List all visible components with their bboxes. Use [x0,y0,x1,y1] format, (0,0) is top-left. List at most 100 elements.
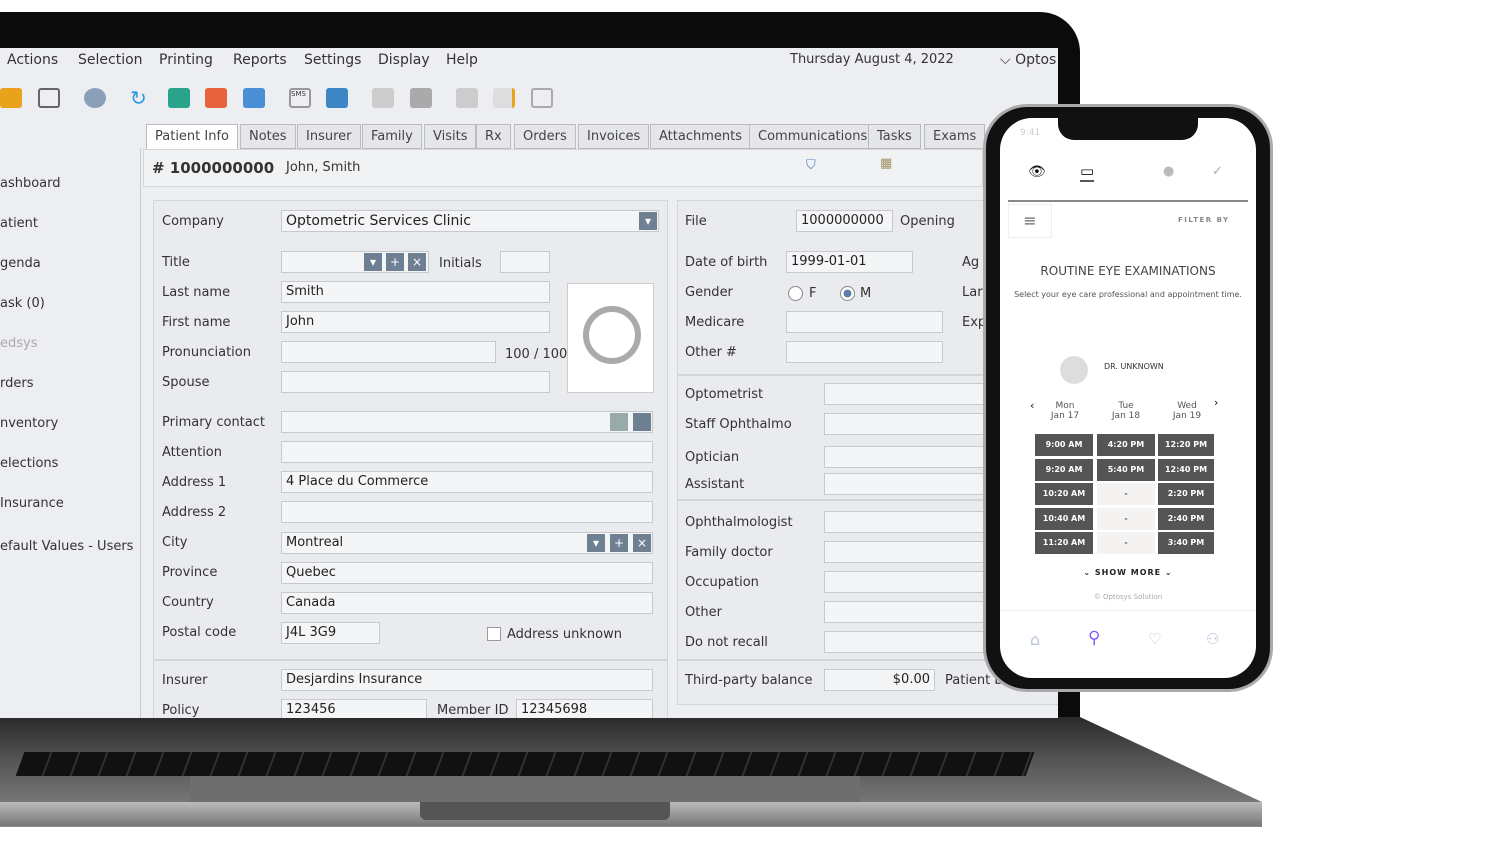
patient-photo[interactable] [567,283,654,393]
address2-input[interactable] [281,501,653,523]
refresh-icon[interactable]: ↻ [130,88,152,108]
staff-ophthalmo-input[interactable] [824,413,984,435]
chat-heart-nav-icon[interactable]: ♡ [1148,630,1161,648]
patient-search-icon[interactable] [0,88,22,108]
company-dropdown-icon[interactable]: ▾ [639,212,657,230]
time-slot[interactable]: 10:40 AM [1035,507,1093,530]
sidebar-item-agenda[interactable]: genda [0,256,41,271]
print-3-icon[interactable] [243,88,265,108]
profile-nav-icon[interactable]: ⚇ [1206,630,1219,648]
save-icon[interactable] [410,88,432,108]
check-tab-icon[interactable]: ✓ [1212,164,1223,179]
gender-f-radio[interactable] [788,286,803,301]
spouse-input[interactable] [281,371,550,393]
insurance-shield-icon[interactable]: ⛉ [806,158,816,173]
city-add-icon[interactable]: + [610,534,628,552]
ophthalmologist-input[interactable] [824,511,984,533]
file-input[interactable]: 1000000000 [796,210,893,232]
sidebar-item-inventory[interactable]: nventory [0,416,58,431]
policy-input[interactable]: 123456 [281,699,427,718]
home-nav-icon[interactable]: ⌂ [1030,630,1040,649]
country-input[interactable]: Canada [281,592,653,614]
edit-document-icon[interactable] [493,88,515,108]
sidebar-item-medsys[interactable]: edsys [0,336,38,351]
do-not-recall-input[interactable] [824,631,984,653]
time-slot[interactable]: 9:00 AM [1035,434,1093,456]
menu-display[interactable]: Display [378,52,430,68]
time-slot[interactable]: 4:20 PM [1097,434,1155,456]
time-slot[interactable]: 2:40 PM [1158,507,1214,530]
account-dropdown[interactable]: ⌵ Optos [1000,52,1056,68]
menu-help[interactable]: Help [446,52,478,68]
city-clear-icon[interactable]: × [633,534,651,552]
initials-input[interactable] [500,251,550,273]
sidebar-item-selections[interactable]: elections [0,456,58,471]
tab-visits[interactable]: Visits [424,124,477,149]
merge-patients-icon[interactable] [84,88,106,108]
tab-orders[interactable]: Orders [514,124,576,149]
contact-clear-icon[interactable] [633,413,651,431]
hamburger-menu-icon[interactable]: ≡ [1008,204,1052,238]
doctor-name[interactable]: DR. UNKNOWN [1104,362,1164,371]
province-input[interactable]: Quebec [281,562,653,584]
email-icon[interactable] [326,88,348,108]
remove-document-icon[interactable] [372,88,394,108]
medicare-input[interactable] [786,311,943,333]
other-number-input[interactable] [786,341,943,363]
last-name-input[interactable]: Smith [281,281,550,303]
optician-input[interactable] [824,446,984,468]
company-select[interactable]: Optometric Services Clinic [281,210,659,232]
sidebar-item-orders[interactable]: rders [0,376,33,391]
tab-exams[interactable]: Exams [924,124,986,149]
first-name-input[interactable]: John [281,311,550,333]
sidebar-item-insurance[interactable]: Insurance [0,496,64,511]
sidebar-item-default-values[interactable]: efault Values - Users [0,539,133,554]
optometrist-input[interactable] [824,383,984,405]
postal-code-input[interactable]: J4L 3G9 [281,622,380,644]
city-dropdown-icon[interactable]: ▾ [587,534,605,552]
tab-tasks[interactable]: Tasks [868,124,921,149]
print-1-icon[interactable] [168,88,190,108]
family-doctor-input[interactable] [824,541,984,563]
tab-rx[interactable]: Rx [476,124,511,149]
title-dropdown-icon[interactable]: ▾ [364,253,382,271]
title-select[interactable] [281,251,429,273]
trash-icon[interactable] [531,88,553,108]
time-slot[interactable]: 5:40 PM [1097,458,1155,481]
time-slot[interactable]: 2:20 PM [1158,483,1214,505]
sms-icon[interactable]: SMS [289,88,311,108]
insurer-input[interactable]: Desjardins Insurance [281,669,653,691]
time-slot[interactable]: 3:40 PM [1158,532,1214,554]
calendar-icon[interactable]: ▦ [880,156,892,171]
pronunciation-input[interactable] [281,341,496,363]
eye-icon[interactable]: 👁 [1028,164,1046,180]
contact-card-icon[interactable] [38,88,60,108]
time-slot[interactable]: 11:20 AM [1035,532,1093,554]
address1-input[interactable]: 4 Place du Commerce [281,471,653,493]
other-input[interactable] [824,601,984,623]
sidebar-item-patient[interactable]: atient [0,216,38,231]
primary-contact-input[interactable] [281,411,653,433]
show-more-button[interactable]: ⌄ SHOW MORE ⌄ [1000,568,1256,577]
print-2-icon[interactable] [205,88,227,108]
filter-by-button[interactable]: FILTER BY [1178,216,1230,224]
tab-invoices[interactable]: Invoices [578,124,650,149]
menu-actions[interactable]: Actions [7,52,58,68]
title-add-icon[interactable]: + [386,253,404,271]
search-nav-icon[interactable]: ⚲ [1088,628,1100,648]
menu-printing[interactable]: Printing [159,52,213,68]
time-slot[interactable]: 12:40 PM [1158,458,1214,481]
tab-notes[interactable]: Notes [240,124,296,149]
tab-patient-info[interactable]: Patient Info [146,124,239,150]
menu-settings[interactable]: Settings [304,52,361,68]
title-clear-icon[interactable]: × [408,253,426,271]
tab-insurer[interactable]: Insurer [297,124,361,149]
add-document-icon[interactable] [456,88,478,108]
contact-lookup-icon[interactable] [610,413,628,431]
tab-family[interactable]: Family [362,124,422,149]
sidebar-item-task[interactable]: ask (0) [0,296,45,311]
time-slot[interactable]: 10:20 AM [1035,483,1093,505]
time-slot[interactable]: 12:20 PM [1158,434,1214,456]
tab-communications[interactable]: Communications [749,124,877,149]
menu-selection[interactable]: Selection [78,52,143,68]
